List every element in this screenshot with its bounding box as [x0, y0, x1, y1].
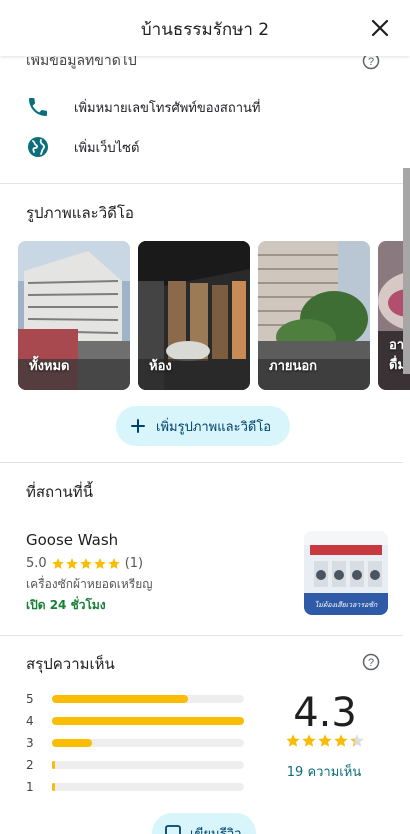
rating-bar-label: 2	[26, 758, 34, 772]
photo-all[interactable]: ทั้งหมด	[18, 241, 130, 390]
rating-bar-fill	[52, 717, 244, 725]
rating-bar-label: 1	[26, 780, 34, 794]
nearby-section-title: ที่สถานที่นี้	[26, 483, 93, 501]
add-website-label: เพิ่มเว็บไซต์	[74, 140, 140, 156]
add-phone-row[interactable]: เพิ่มหมายเลขโทรศัพท์ของสถานที่	[26, 95, 260, 119]
rating-bar-track	[52, 717, 244, 725]
close-button[interactable]	[368, 16, 392, 40]
photo-room-label: ห้อง	[149, 359, 172, 374]
photo-room[interactable]: ห้อง	[138, 241, 250, 390]
place-panel: บ้านธรรมรักษา 2 เพิ่มข้อมูลที่ขาดไป ? เพ…	[0, 0, 410, 834]
nearby-place-rating: 5.0 (1)	[26, 556, 143, 571]
place-title: บ้านธรรมรักษา 2	[140, 20, 270, 40]
thumbnail-text: ไม่ต้องเสียเวลารอซัก	[315, 600, 378, 609]
photos-section-title: รูปภาพและวิดีโอ	[26, 204, 134, 222]
scrollbar-thumb[interactable]	[403, 168, 410, 374]
add-photos-label: เพิ่มรูปภาพและวิดีโอ	[156, 419, 272, 435]
add-photos-button[interactable]: เพิ่มรูปภาพและวิดีโอ	[116, 406, 290, 446]
rating-bar-fill	[52, 695, 189, 703]
rating-bar-track	[52, 761, 244, 769]
close-icon	[371, 19, 389, 37]
write-review-button[interactable]: เขียนรีวิว	[152, 813, 256, 834]
photo-all-label: ทั้งหมด	[29, 359, 70, 374]
star-icon	[79, 557, 92, 569]
nearby-place-name[interactable]: Goose Wash	[26, 531, 118, 549]
star-icon	[65, 557, 78, 569]
plus-icon	[131, 419, 145, 433]
divider	[0, 635, 403, 636]
add-website-row[interactable]: เพิ่มเว็บไซต์	[26, 135, 139, 159]
laundry-photo: ไม่ต้องเสียเวลารอซัก	[304, 531, 388, 615]
star-icon	[93, 557, 106, 569]
photo-exterior-label: ภายนอก	[269, 359, 318, 374]
star-icon	[51, 557, 64, 569]
write-review-label: เขียนรีวิว	[190, 826, 242, 834]
nearby-place-thumbnail[interactable]: ไม่ต้องเสียเวลารอซัก	[304, 531, 388, 615]
review-summary-title: สรุปความเห็น	[26, 655, 115, 673]
help-icon[interactable]: ?	[362, 653, 380, 671]
nearby-place-hours: เปิด 24 ชั่วโมง	[26, 598, 106, 612]
add-phone-label: เพิ่มหมายเลขโทรศัพท์ของสถานที่	[74, 100, 261, 116]
star-icon	[350, 734, 364, 747]
star-icon	[334, 734, 348, 747]
phone-icon	[29, 98, 47, 116]
rating-bar-label: 5	[26, 692, 34, 706]
nearby-place-review-count: (1)	[124, 556, 144, 571]
rating-bar-label: 4	[26, 714, 34, 728]
rating-bar-track	[52, 695, 244, 703]
divider	[0, 183, 403, 184]
rating-bar-3[interactable]: 3	[26, 735, 244, 751]
star-icon	[302, 734, 316, 747]
review-count-link[interactable]: 19 ความเห็น	[278, 761, 370, 782]
average-rating: 4.3	[293, 690, 357, 736]
rating-bar-label: 3	[26, 736, 34, 750]
photo-exterior[interactable]: ภายนอก	[258, 241, 370, 390]
rating-bar-5[interactable]: 5	[26, 691, 244, 707]
star-icon	[286, 734, 300, 747]
svg-text:?: ?	[368, 56, 374, 68]
nearby-place-rating-value: 5.0	[26, 556, 47, 571]
rating-bar-track	[52, 783, 244, 791]
rating-bar-1[interactable]: 1	[26, 779, 244, 795]
rating-bar-2[interactable]: 2	[26, 757, 244, 773]
star-icon	[107, 557, 120, 569]
rating-bar-fill	[52, 783, 55, 791]
rating-bar-4[interactable]: 4	[26, 713, 244, 729]
rating-bar-track	[52, 739, 244, 747]
globe-icon	[28, 137, 48, 157]
svg-text:?: ?	[368, 657, 374, 669]
divider	[0, 462, 403, 463]
star-icon	[318, 734, 332, 747]
average-rating-stars	[285, 733, 365, 749]
panel-header: บ้านธรรมรักษา 2	[0, 0, 410, 56]
edit-review-icon	[165, 825, 181, 834]
rating-bar-fill	[52, 739, 93, 747]
nearby-place-stars	[51, 557, 121, 571]
nearby-place-category: เครื่องซักผ้าหยอดเหรียญ	[26, 577, 153, 591]
rating-bar-fill	[52, 761, 55, 769]
